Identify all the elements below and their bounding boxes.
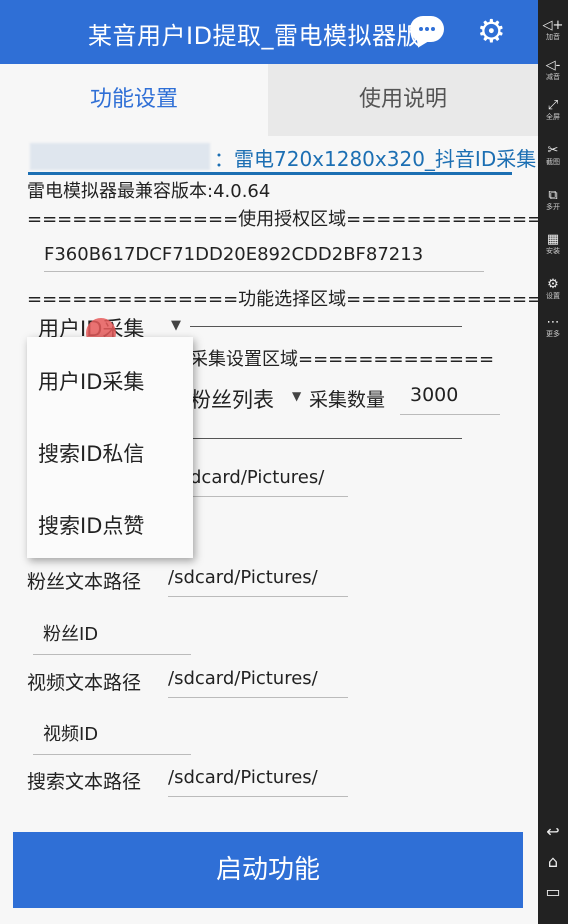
- auth-key-input[interactable]: F360B617DCF71DD20E892CDD2BF87213: [44, 244, 484, 272]
- start-button[interactable]: 启动功能: [13, 832, 523, 908]
- recent-apps-icon[interactable]: ▭: [538, 882, 568, 901]
- count-label: 采集数量: [309, 389, 386, 411]
- app-title: 某音用户ID提取_雷电模拟器版: [88, 22, 422, 50]
- volume-down-icon[interactable]: ◁- 减音: [538, 58, 568, 82]
- back-icon[interactable]: ↩: [538, 822, 568, 841]
- menu-item-search-id-message[interactable]: 搜索ID私信: [38, 438, 144, 468]
- partial-path-input[interactable]: dcard/Pictures/: [190, 467, 348, 497]
- search-path-input[interactable]: /sdcard/Pictures/: [168, 767, 348, 797]
- list-type-spinner[interactable]: 粉丝列表: [190, 384, 274, 414]
- redacted-device-id: [30, 143, 210, 170]
- auth-section-header: ==============使用授权区域==============: [27, 209, 538, 230]
- video-path-label: 视频文本路径: [27, 672, 142, 694]
- collect-divider: [190, 438, 462, 439]
- version-info: 雷电模拟器最兼容版本:4.0.64: [27, 181, 271, 202]
- volume-up-icon[interactable]: ◁+ 加音: [538, 18, 568, 42]
- device-underline: [28, 172, 512, 175]
- fans-name-input[interactable]: 粉丝ID: [33, 620, 191, 655]
- dropdown-arrow-icon[interactable]: ▼: [171, 318, 181, 333]
- settings-icon[interactable]: ⚙ 设置: [538, 277, 568, 301]
- tab-usage-guide[interactable]: 使用说明: [268, 64, 538, 136]
- video-name-input[interactable]: 视频ID: [33, 720, 191, 755]
- fans-path-input[interactable]: /sdcard/Pictures/: [168, 567, 348, 597]
- home-icon[interactable]: ⌂: [538, 852, 568, 871]
- function-section-header: ==============功能选择区域==============: [27, 289, 538, 310]
- fullscreen-icon[interactable]: ⤢ 全屏: [538, 98, 568, 122]
- chat-icon[interactable]: [410, 16, 444, 42]
- emulator-sidebar: ◁+ 加音 ◁- 减音 ⤢ 全屏 ✂ 截图 ⧉ 多开 ▦ 安装 ⚙ 设置 ⋯ 更多 ↩ ⌂ ▭: [538, 0, 568, 924]
- tab-function-settings[interactable]: 功能设置: [0, 64, 268, 136]
- app-window: 某音用户ID提取_雷电模拟器版 ⚙ 功能设置 使用说明 ：雷电720x1280x…: [0, 0, 538, 924]
- apk-icon[interactable]: ▦ 安装: [538, 232, 568, 256]
- more-icon[interactable]: ⋯ 更多: [538, 315, 568, 339]
- menu-item-search-id-like[interactable]: 搜索ID点赞: [38, 510, 144, 540]
- search-path-label: 搜索文本路径: [27, 771, 142, 793]
- tab-bar: 功能设置 使用说明: [0, 64, 538, 136]
- gear-icon[interactable]: ⚙: [477, 14, 506, 48]
- multi-open-icon[interactable]: ⧉ 多开: [538, 188, 568, 212]
- spinner-underline: [190, 326, 462, 327]
- scissors-icon[interactable]: ✂ 截图: [538, 143, 568, 167]
- video-path-input[interactable]: /sdcard/Pictures/: [168, 668, 348, 698]
- list-type-arrow-icon[interactable]: ▼: [292, 389, 301, 403]
- count-input[interactable]: 3000: [400, 384, 500, 415]
- collect-section-header: 采集设置区域=============: [190, 349, 495, 370]
- function-dropdown-menu: 用户ID采集 搜索ID私信 搜索ID点赞: [27, 337, 193, 558]
- menu-item-user-id-collect[interactable]: 用户ID采集: [38, 366, 144, 396]
- device-selector[interactable]: ：雷电720x1280x320_抖音ID采集: [214, 143, 536, 172]
- fans-path-label: 粉丝文本路径: [27, 571, 142, 593]
- title-bar: 某音用户ID提取_雷电模拟器版 ⚙: [0, 0, 538, 64]
